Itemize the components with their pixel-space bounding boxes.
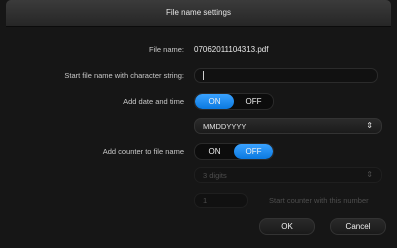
dialog-title: File name settings <box>166 8 231 17</box>
text-caret <box>203 71 204 80</box>
date-time-on-option[interactable]: ON <box>195 94 234 109</box>
file-name-value: 07062011104313.pdf <box>194 45 269 54</box>
cancel-button[interactable]: Cancel <box>330 218 386 235</box>
counter-start-value: 1 <box>203 196 208 205</box>
date-format-select[interactable]: MMDDYYYY ⇕ <box>194 118 382 134</box>
date-time-off-option[interactable]: OFF <box>234 94 273 109</box>
up-down-arrows-icon: ⇕ <box>366 170 373 179</box>
file-name-settings-dialog: File name settings File name: 0706201110… <box>0 0 397 248</box>
counter-off-option[interactable]: OFF <box>234 144 273 159</box>
counter-start-label: Start counter with this number <box>269 196 369 205</box>
counter-toggle[interactable]: ON OFF <box>194 143 274 160</box>
counter-digits-value: 3 digits <box>203 171 227 180</box>
counter-label: Add counter to file name <box>102 147 184 156</box>
title-bar: File name settings <box>6 0 391 27</box>
up-down-arrows-icon: ⇕ <box>366 121 373 130</box>
counter-digits-select[interactable]: 3 digits ⇕ <box>194 167 382 183</box>
counter-on-option[interactable]: ON <box>195 144 234 159</box>
date-time-label: Add date and time <box>123 97 184 106</box>
date-format-value: MMDDYYYY <box>203 122 247 131</box>
start-string-input[interactable] <box>194 68 378 83</box>
ok-button[interactable]: OK <box>259 218 315 235</box>
file-name-label: File name: <box>148 45 184 54</box>
start-string-label: Start file name with character string: <box>64 71 184 80</box>
date-time-toggle[interactable]: ON OFF <box>194 93 274 110</box>
counter-start-input[interactable]: 1 <box>194 193 248 208</box>
